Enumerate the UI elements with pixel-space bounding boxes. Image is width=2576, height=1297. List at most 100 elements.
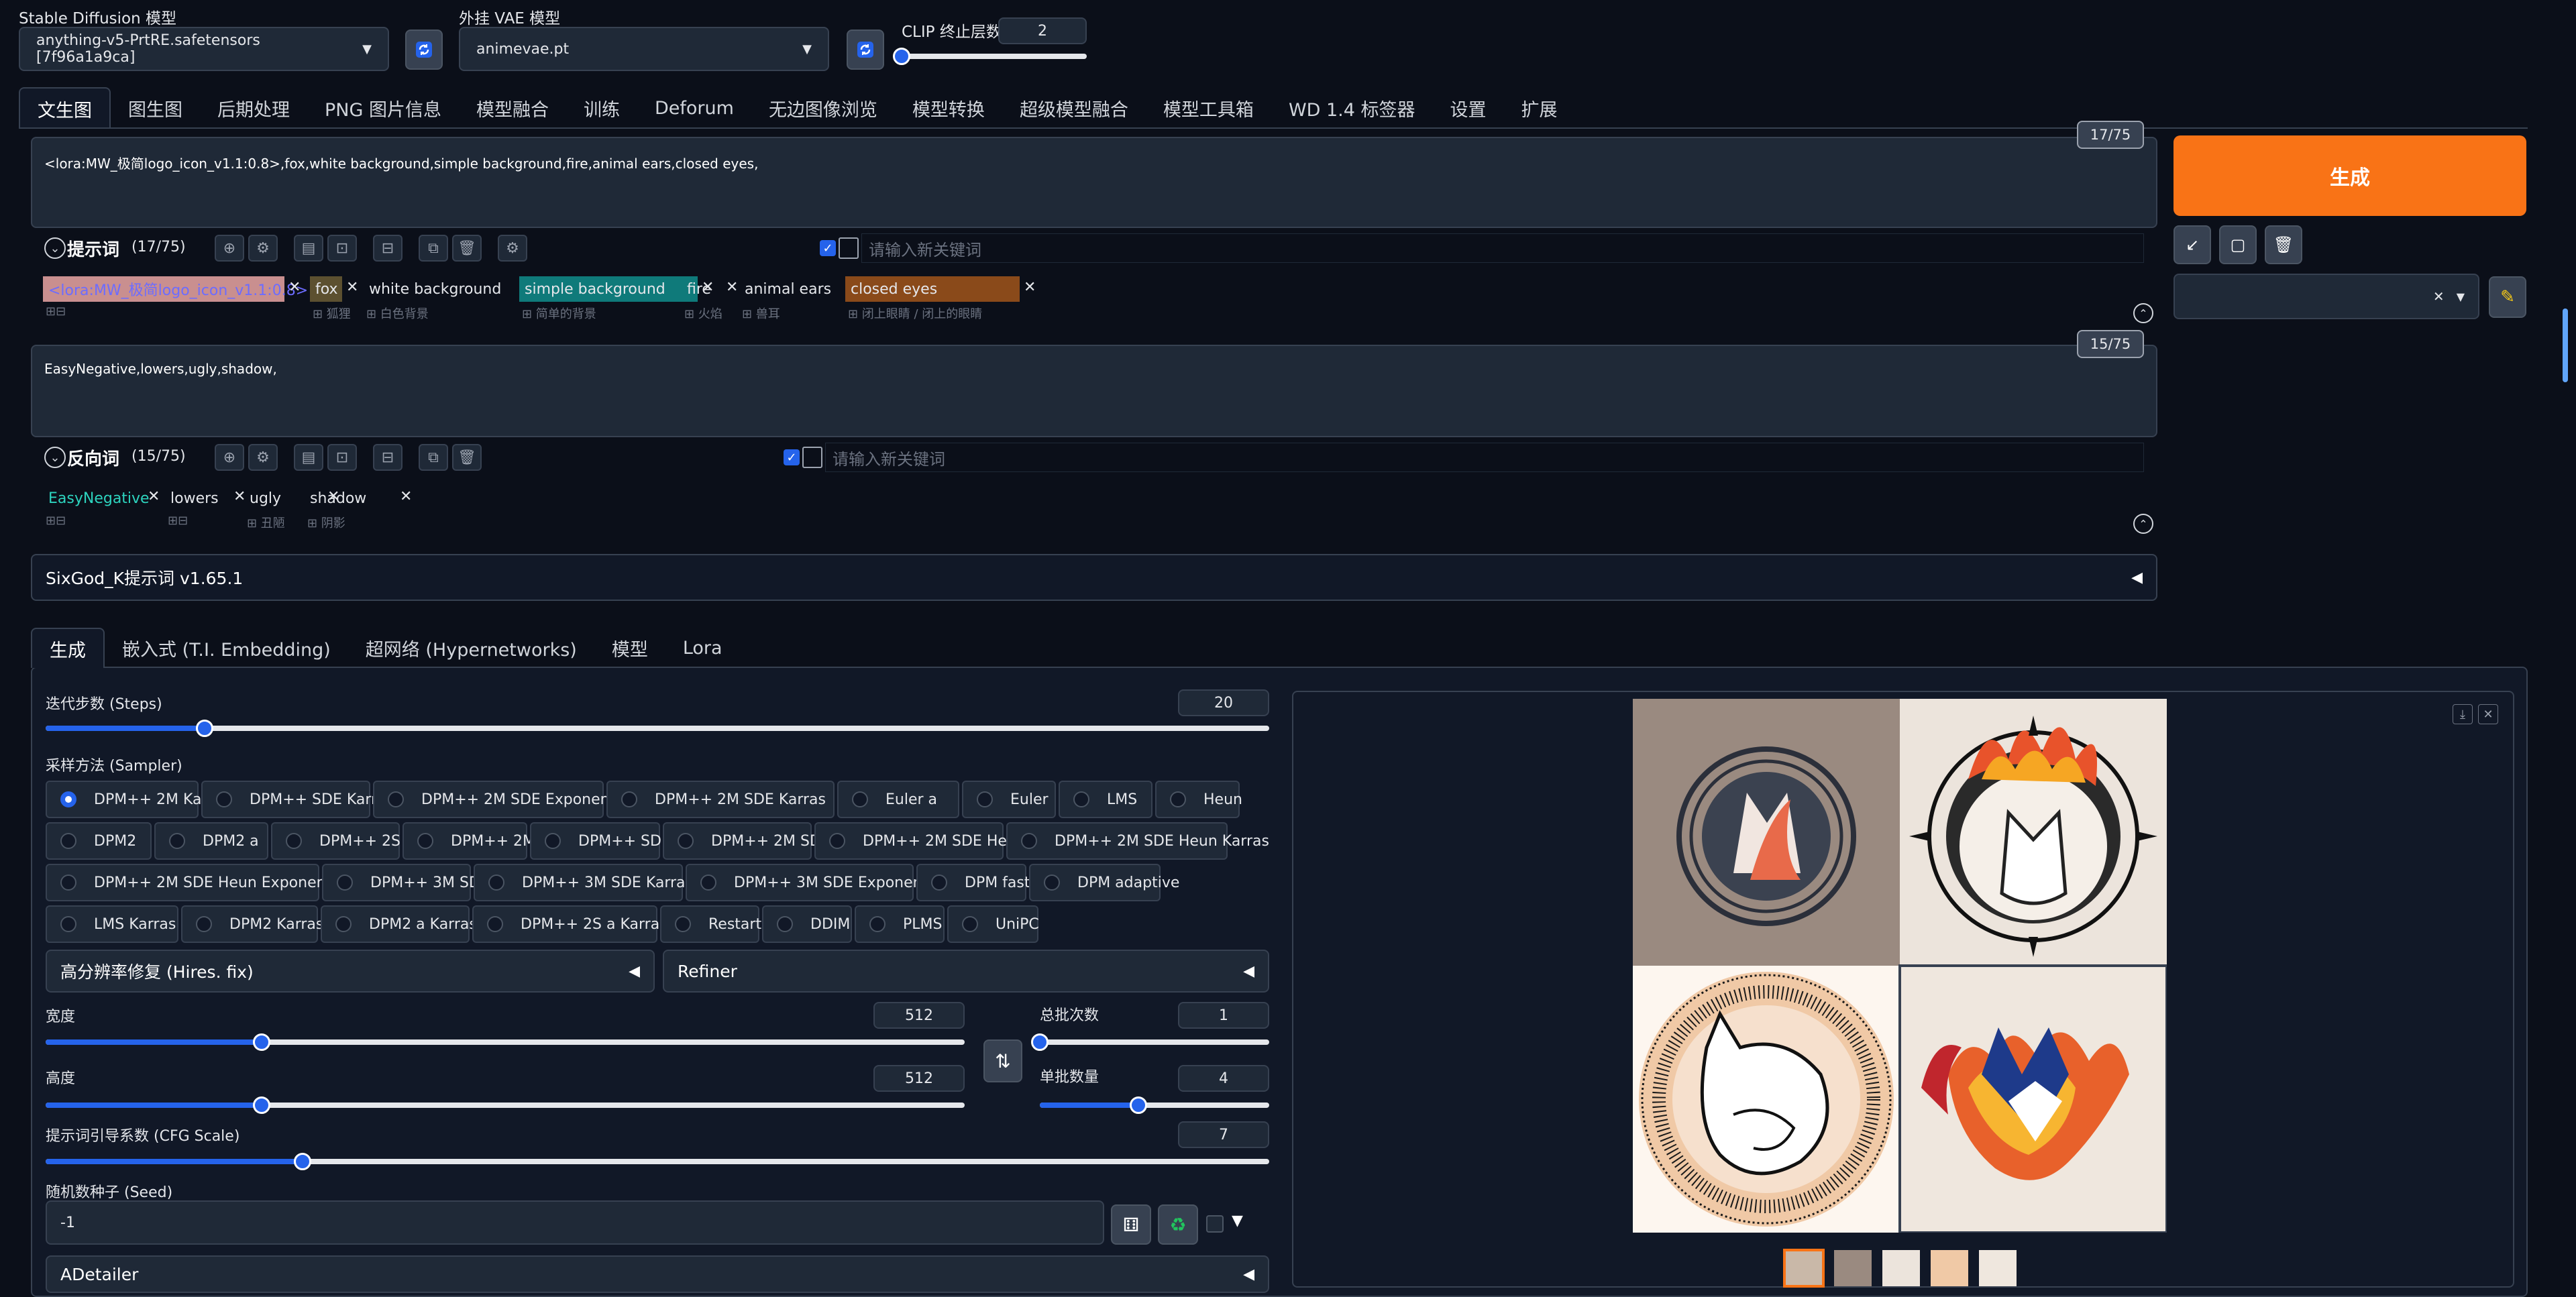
clip-skip-input[interactable]: 2 bbox=[998, 17, 1087, 44]
tab-3[interactable]: PNG 图片信息 bbox=[307, 87, 459, 129]
tab-1[interactable]: 图生图 bbox=[111, 87, 200, 129]
sampler-option[interactable]: PLMS bbox=[855, 905, 945, 943]
download-icon[interactable]: ⤓ bbox=[2453, 704, 2473, 724]
styles-select[interactable]: ✕ ▼ bbox=[2174, 274, 2479, 319]
keyword-chip[interactable]: fox bbox=[310, 276, 342, 302]
settings-icon[interactable]: ⚙ bbox=[498, 235, 527, 262]
prompt-keyword-checkbox[interactable]: ✓ bbox=[820, 240, 836, 256]
trash-icon[interactable]: 🗑 bbox=[452, 235, 482, 262]
thumbnail-4[interactable] bbox=[1979, 1250, 2017, 1286]
tab-13[interactable]: 扩展 bbox=[1504, 87, 1575, 129]
tab-9[interactable]: 超级模型融合 bbox=[1002, 87, 1146, 129]
refresh-vae-button[interactable] bbox=[847, 30, 884, 70]
vae-select[interactable]: animevae.pt ▼ bbox=[459, 27, 829, 71]
sampler-option[interactable]: Euler bbox=[962, 781, 1056, 818]
close-icon[interactable]: ✕ bbox=[2478, 704, 2498, 724]
sampler-option[interactable]: Heun bbox=[1155, 781, 1242, 818]
sampler-option[interactable]: DPM fast bbox=[916, 864, 1030, 901]
seed-input[interactable]: -1 bbox=[46, 1200, 1104, 1245]
cfg-slider[interactable] bbox=[46, 1153, 1269, 1170]
sampler-option[interactable]: DPM++ 2M SDE bbox=[663, 822, 830, 860]
thumbnail-3[interactable] bbox=[1931, 1250, 1968, 1286]
sampler-option[interactable]: LMS bbox=[1059, 781, 1152, 818]
sampler-option[interactable]: DPM++ 2M SDE Heun bbox=[814, 822, 1026, 860]
sampler-option[interactable]: DPM++ 3M SDE Karras bbox=[474, 864, 693, 901]
keyword-chip[interactable]: simple background bbox=[519, 276, 698, 302]
gen-tab-0[interactable]: 生成 bbox=[31, 628, 105, 668]
negative-textarea[interactable]: EasyNegative,lowers,ugly,shadow, bbox=[31, 345, 2157, 437]
tab-2[interactable]: 后期处理 bbox=[200, 87, 307, 129]
clip-skip-slider[interactable] bbox=[893, 48, 1087, 65]
tab-4[interactable]: 模型融合 bbox=[459, 87, 566, 129]
steps-slider[interactable] bbox=[46, 720, 1269, 737]
height-input[interactable]: 512 bbox=[873, 1065, 965, 1092]
random-seed-button[interactable]: ⚅ bbox=[1111, 1204, 1151, 1245]
collapse-prompt-icon[interactable]: ⌄ bbox=[44, 237, 66, 259]
bookmark-icon[interactable]: ⊡ bbox=[327, 444, 357, 471]
keyword-chip[interactable]: <lora:MW_极简logo_icon_v1.1:0.8> bbox=[43, 276, 308, 302]
sampler-option[interactable]: DPM2 a bbox=[154, 822, 268, 860]
gear-icon[interactable]: ⚙ bbox=[248, 235, 278, 262]
sampler-option[interactable]: Euler a bbox=[837, 781, 959, 818]
tab-12[interactable]: 设置 bbox=[1433, 87, 1504, 129]
negative-keyword-checkbox[interactable]: ✓ bbox=[784, 449, 800, 465]
negative-keyword-input[interactable]: 请输入新关键词 bbox=[825, 443, 2144, 472]
output-image-2[interactable] bbox=[1900, 699, 2167, 966]
width-slider[interactable] bbox=[46, 1033, 965, 1051]
sampler-option[interactable]: DPM++ 2M Karras bbox=[46, 781, 230, 818]
tab-5[interactable]: 训练 bbox=[566, 87, 637, 129]
reuse-seed-button[interactable]: ♻ bbox=[1158, 1204, 1198, 1245]
collapse-negative-icon[interactable]: ⌄ bbox=[44, 447, 66, 468]
sampler-option[interactable]: DPM adaptive bbox=[1029, 864, 1179, 901]
read-params-button[interactable]: ↙ bbox=[2174, 225, 2211, 264]
sampler-option[interactable]: Restart bbox=[660, 905, 761, 943]
remove-chip-icon[interactable]: ✕ bbox=[726, 279, 738, 296]
globe-icon[interactable]: ⊕ bbox=[215, 235, 244, 262]
clear-icon[interactable]: ✕ bbox=[2433, 288, 2445, 304]
caret-down-icon[interactable]: ▼ bbox=[1232, 1213, 1243, 1229]
output-image-grid[interactable] bbox=[1633, 699, 2167, 1233]
output-image-4[interactable] bbox=[1900, 966, 2167, 1233]
swap-dimensions-button[interactable]: ⇅ bbox=[983, 1039, 1022, 1082]
sampler-option[interactable]: LMS Karras bbox=[46, 905, 178, 943]
sampler-option[interactable]: DPM++ 2M SDE Exponential bbox=[373, 781, 633, 818]
paste-button[interactable]: ▢ bbox=[2219, 225, 2257, 264]
sampler-option[interactable]: DPM++ 3M SDE Exponential bbox=[686, 864, 945, 901]
sampler-option[interactable]: DPM++ 2M SDE Heun Exponential bbox=[46, 864, 349, 901]
tab-7[interactable]: 无边图像浏览 bbox=[751, 87, 895, 129]
gen-tab-1[interactable]: 嵌入式 (T.I. Embedding) bbox=[105, 628, 348, 668]
batch-count-input[interactable]: 1 bbox=[1178, 1002, 1269, 1029]
thumbnail-2[interactable] bbox=[1882, 1250, 1920, 1286]
hires-fix-accordion[interactable]: 高分辨率修复 (Hires. fix) ◀ bbox=[46, 950, 655, 993]
tab-8[interactable]: 模型转换 bbox=[895, 87, 1002, 129]
tab-0[interactable]: 文生图 bbox=[19, 87, 111, 129]
prompt-keyword-input[interactable]: 请输入新关键词 bbox=[861, 233, 2144, 263]
gen-tab-4[interactable]: Lora bbox=[665, 628, 740, 668]
chevron-up-icon[interactable]: ⌃ bbox=[2133, 303, 2153, 323]
tab-10[interactable]: 模型工具箱 bbox=[1146, 87, 1271, 129]
gen-tab-2[interactable]: 超网络 (Hypernetworks) bbox=[348, 628, 594, 668]
sampler-option[interactable]: DPM++ 2M SDE Karras bbox=[606, 781, 835, 818]
remove-chip-icon[interactable]: ✕ bbox=[346, 279, 358, 296]
sampler-option[interactable]: DPM++ SDE Karras bbox=[201, 781, 394, 818]
history-icon[interactable]: ▤ bbox=[294, 444, 323, 471]
refresh-model-button[interactable] bbox=[405, 30, 443, 70]
batch-size-input[interactable]: 4 bbox=[1178, 1065, 1269, 1092]
sampler-option[interactable]: DPM++ 2M SDE Heun Karras bbox=[1006, 822, 1269, 860]
sampler-option[interactable]: DPM2 bbox=[46, 822, 152, 860]
layout-icon[interactable]: ⊟ bbox=[373, 444, 402, 471]
copy-icon[interactable]: ⧉ bbox=[419, 444, 448, 471]
remove-chip-icon[interactable]: ✕ bbox=[400, 488, 412, 505]
keyword-chip[interactable]: fire bbox=[682, 276, 722, 302]
cfg-input[interactable]: 7 bbox=[1178, 1121, 1269, 1148]
remove-chip-icon[interactable]: ✕ bbox=[1024, 279, 1036, 296]
bookmark-icon[interactable]: ⊡ bbox=[327, 235, 357, 262]
sampler-option[interactable]: DPM++ 3M SDE bbox=[322, 864, 490, 901]
output-image-1[interactable] bbox=[1633, 699, 1900, 966]
sampler-option[interactable]: DPM++ SDE bbox=[530, 822, 671, 860]
remove-chip-icon[interactable]: ✕ bbox=[148, 488, 160, 505]
sampler-option[interactable]: UniPC bbox=[947, 905, 1039, 943]
steps-input[interactable]: 20 bbox=[1178, 689, 1269, 716]
keyword-chip[interactable]: EasyNegative bbox=[43, 486, 150, 511]
sampler-option[interactable]: DPM2 a Karras bbox=[321, 905, 477, 943]
